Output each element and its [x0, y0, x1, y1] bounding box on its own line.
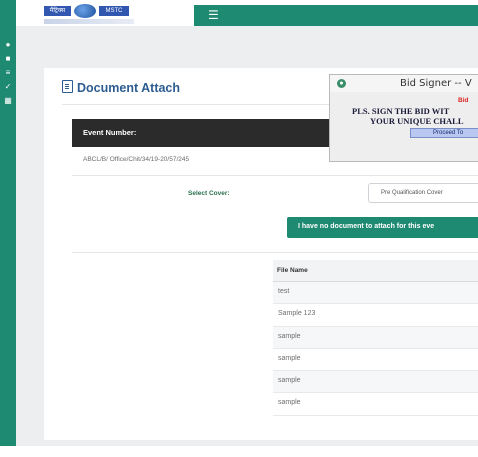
bid-signer-titlebar[interactable]: ● Bid Signer -- V	[330, 75, 478, 92]
select-cover-label: Select Cover:	[188, 190, 230, 197]
event-number-value: ABCL/B/ Office/Chit/34/19-20/57/245	[83, 156, 190, 163]
check-icon[interactable]: ✓	[3, 82, 13, 92]
logo-subtitle	[44, 19, 134, 24]
no-document-button[interactable]: I have no document to attach for this ev…	[287, 217, 478, 238]
table-row: Sample 123	[273, 304, 478, 327]
logo-right-text: MSTC	[99, 6, 129, 16]
cover-select[interactable]: Pre Qualification Cover	[368, 183, 478, 203]
table-header: File Name	[273, 260, 478, 282]
page-title-text: Document Attach	[77, 81, 181, 95]
bid-signer-title: Bid Signer -- V	[400, 78, 472, 89]
cover-select-value: Pre Qualification Cover	[381, 190, 443, 196]
app-icon: ●	[337, 79, 346, 88]
divider	[72, 175, 478, 176]
event-number-label: Event Number:	[83, 128, 137, 137]
list-icon[interactable]: ≡	[3, 68, 13, 78]
file-name-cell: sample	[278, 377, 301, 385]
proceed-button[interactable]: Proceed To	[410, 128, 478, 138]
globe-icon	[74, 4, 96, 18]
page-title: Document Attach	[62, 80, 180, 95]
bid-signer-dialog[interactable]: ● Bid Signer -- V Bid PLS. SIGN THE BID …	[329, 74, 478, 162]
no-document-button-label: I have no document to attach for this ev…	[298, 223, 435, 230]
file-name-cell: test	[278, 288, 290, 295]
table-row: test	[273, 282, 478, 305]
file-name-cell: Sample 123	[278, 310, 316, 318]
user-icon[interactable]: ■	[3, 54, 13, 64]
logo[interactable]: मैट्रिक्स MSTC	[44, 4, 140, 26]
bid-signer-alert: Bid	[458, 97, 469, 104]
file-name-header: File Name	[277, 267, 308, 274]
file-name-cell: sample	[278, 354, 301, 362]
document-icon	[62, 80, 73, 93]
hamburger-icon[interactable]: ☰	[208, 9, 219, 21]
file-name-cell: sample	[278, 332, 301, 340]
proceed-button-label: Proceed To	[433, 130, 464, 136]
table-row: sample	[273, 326, 478, 349]
logo-left-text: मैट्रिक्स	[44, 6, 71, 16]
grid-icon[interactable]: ▦	[3, 96, 13, 106]
user-icon[interactable]: ●	[3, 40, 13, 50]
table-row: sample	[273, 371, 478, 394]
top-navbar: ☰	[194, 5, 478, 26]
files-table: File Name test Sample 123 sample sample …	[273, 260, 478, 416]
bid-signer-message-line2: YOUR UNIQUE CHALL	[370, 116, 464, 126]
bid-signer-message-line1: PLS. SIGN THE BID WIT	[352, 106, 450, 116]
divider	[72, 252, 478, 253]
sidebar: ● ■ ≡ ✓ ▦	[0, 0, 16, 446]
table-row: sample	[273, 349, 478, 372]
file-name-cell: sample	[278, 399, 301, 407]
table-row: sample	[273, 393, 478, 416]
